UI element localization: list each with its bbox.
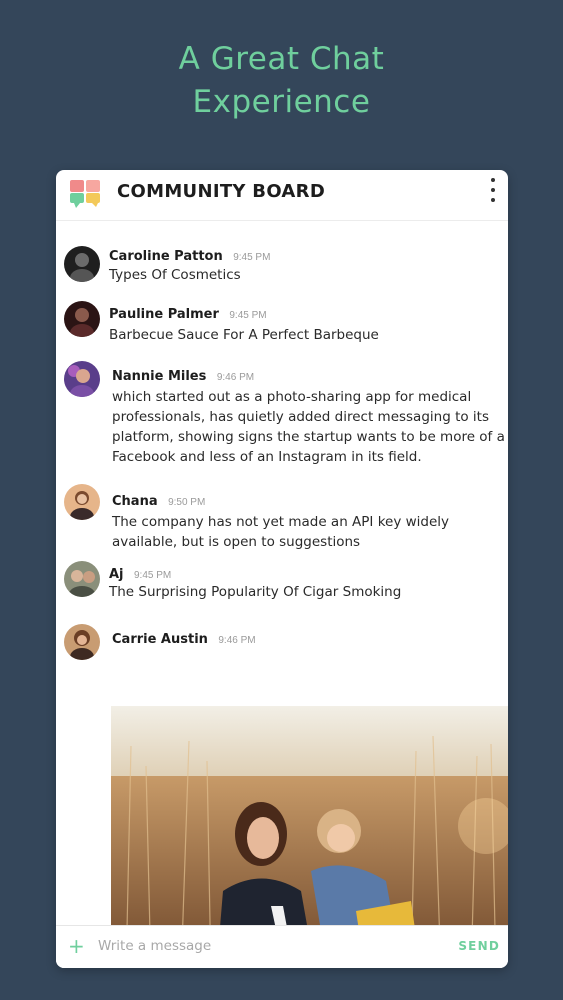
message-time: 9:46 PM — [218, 635, 256, 646]
avatar[interactable] — [64, 624, 100, 660]
sender-name[interactable]: Pauline Palmer — [109, 307, 219, 322]
avatar[interactable] — [64, 246, 100, 282]
headline: A Great Chat Experience — [0, 38, 563, 124]
message-line: platform, showing signs the startup want… — [112, 429, 505, 445]
message-composer: + SEND — [56, 925, 508, 968]
sender-name[interactable]: Chana — [112, 494, 158, 509]
message-text: Types Of Cosmetics — [109, 267, 241, 283]
message-input[interactable] — [98, 935, 438, 957]
headline-line-1: A Great Chat — [178, 41, 385, 77]
message-time: 9:45 PM — [133, 570, 172, 581]
message-line: Facebook and less of an Instagram in its… — [112, 449, 422, 465]
message-time: 9:50 PM — [168, 497, 206, 508]
avatar[interactable] — [64, 484, 100, 520]
message-time: 9:45 PM — [233, 252, 271, 263]
message-line: which started out as a photo-sharing app… — [112, 389, 472, 405]
message-text: Barbecue Sauce For A Perfect Barbeque — [109, 327, 379, 343]
message-photo[interactable] — [111, 706, 508, 925]
message-line: available, but is open to suggestions — [112, 534, 361, 550]
avatar[interactable] — [64, 361, 100, 397]
sender-name[interactable]: Carrie Austin — [112, 632, 208, 647]
message-list[interactable]: Caroline Patton 9:45 PM Types Of Cosmeti… — [56, 221, 508, 925]
headline-line-2: Experience — [192, 84, 371, 120]
message-line: The company has not yet made an API key … — [112, 514, 450, 530]
board-title: COMMUNITY BOARD — [117, 181, 326, 202]
sender-name[interactable]: Nannie Miles — [112, 369, 206, 384]
sender-name[interactable]: Caroline Patton — [109, 249, 223, 264]
sender-name[interactable]: Aj — [109, 567, 124, 582]
plus-icon[interactable]: + — [68, 934, 85, 958]
message-line: professionals, has quietly added direct … — [112, 409, 489, 425]
send-button[interactable]: SEND — [458, 939, 500, 953]
avatar[interactable] — [64, 561, 100, 597]
message-time: 9:46 PM — [216, 372, 255, 383]
message-text: The company has not yet made an API key … — [112, 512, 449, 552]
message-text: The Surprising Popularity Of Cigar Smoki… — [109, 584, 402, 600]
avatar[interactable] — [64, 301, 100, 337]
chat-bubbles-logo-icon — [70, 180, 100, 208]
message-time: 9:45 PM — [229, 310, 267, 321]
chat-card: COMMUNITY BOARD Caroline Patton 9:45 PM … — [56, 170, 508, 968]
message-text: which started out as a photo-sharing app… — [112, 387, 505, 467]
more-vertical-icon[interactable] — [484, 175, 502, 209]
board-header: COMMUNITY BOARD — [56, 170, 508, 221]
